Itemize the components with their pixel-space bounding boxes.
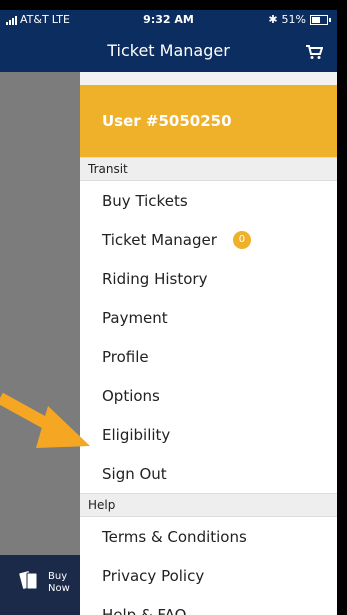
background-overlay[interactable] bbox=[0, 72, 80, 615]
buy-now-button[interactable]: Buy Now bbox=[0, 555, 80, 615]
status-bar: AT&T LTE 9:32 AM ✱ 51% bbox=[0, 10, 337, 30]
menu-item-label: Privacy Policy bbox=[102, 566, 205, 585]
buy-now-label: Buy Now bbox=[48, 571, 70, 594]
menu-item-payment[interactable]: Payment bbox=[80, 298, 337, 337]
tickets-icon bbox=[19, 571, 38, 590]
bluetooth-icon: ✱ bbox=[268, 13, 278, 26]
menu-item-help-faq[interactable]: Help & FAQ bbox=[80, 595, 337, 615]
menu-item-label: Profile bbox=[102, 347, 149, 366]
battery-percent: 51% bbox=[281, 13, 306, 26]
cart-icon[interactable] bbox=[305, 44, 323, 60]
phone-frame: AT&T LTE 9:32 AM ✱ 51% Ticket Manager Bu… bbox=[0, 0, 347, 615]
ticket-count-badge: 0 bbox=[232, 230, 251, 249]
battery-tip bbox=[329, 17, 331, 22]
section-header-transit: Transit bbox=[80, 157, 337, 181]
menu-item-label: Help & FAQ bbox=[102, 605, 187, 615]
app-header: Ticket Manager bbox=[0, 30, 337, 72]
menu-item-terms[interactable]: Terms & Conditions bbox=[80, 517, 337, 556]
menu-item-sign-out[interactable]: Sign Out bbox=[80, 454, 337, 493]
status-right: ✱ 51% bbox=[268, 13, 331, 26]
menu-item-label: Buy Tickets bbox=[102, 191, 188, 210]
user-id[interactable]: User #5050250 bbox=[80, 85, 337, 157]
annotation-arrow-icon bbox=[0, 392, 90, 448]
navigation-drawer: User #5050250 Transit Buy Tickets Ticket… bbox=[80, 85, 337, 615]
menu-item-label: Terms & Conditions bbox=[102, 527, 247, 546]
menu-item-label: Riding History bbox=[102, 269, 208, 288]
screen: AT&T LTE 9:32 AM ✱ 51% Ticket Manager Bu… bbox=[0, 10, 337, 615]
menu-item-ticket-manager[interactable]: Ticket Manager 0 bbox=[80, 220, 337, 259]
menu-item-profile[interactable]: Profile bbox=[80, 337, 337, 376]
page-title: Ticket Manager bbox=[107, 41, 230, 60]
menu-item-label: Ticket Manager bbox=[102, 230, 217, 249]
menu-item-label: Sign Out bbox=[102, 464, 167, 483]
menu-item-label: Options bbox=[102, 386, 160, 405]
menu-item-label: Eligibility bbox=[102, 425, 171, 444]
menu-item-riding-history[interactable]: Riding History bbox=[80, 259, 337, 298]
menu-item-options[interactable]: Options bbox=[80, 376, 337, 415]
menu-item-eligibility[interactable]: Eligibility bbox=[80, 415, 337, 454]
section-header-help: Help bbox=[80, 493, 337, 517]
menu-item-buy-tickets[interactable]: Buy Tickets bbox=[80, 181, 337, 220]
battery-icon bbox=[310, 14, 328, 25]
menu-item-label: Payment bbox=[102, 308, 168, 327]
menu-item-privacy-policy[interactable]: Privacy Policy bbox=[80, 556, 337, 595]
